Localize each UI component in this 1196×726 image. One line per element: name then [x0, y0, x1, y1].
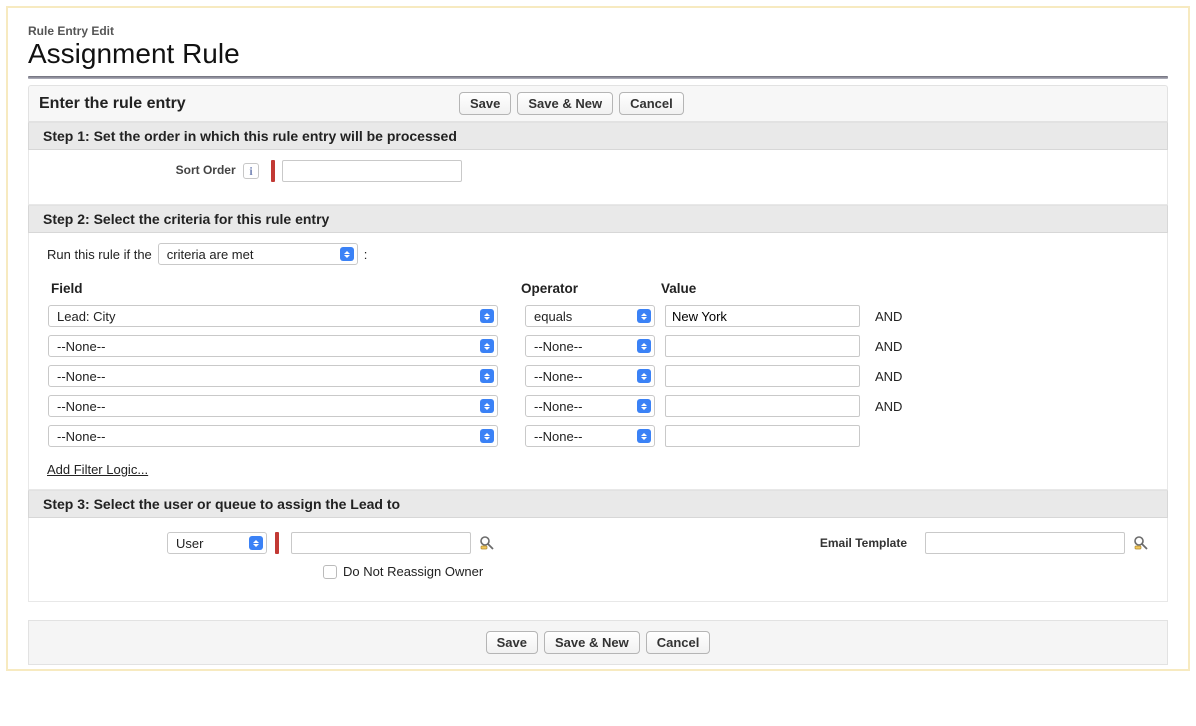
assign-row: User Email Template — [47, 528, 1149, 558]
criteria-field-value: --None-- — [57, 429, 105, 444]
page-subtitle: Rule Entry Edit — [28, 24, 1168, 38]
criteria-value-input[interactable] — [665, 425, 860, 447]
add-filter-logic-link[interactable]: Add Filter Logic... — [47, 462, 148, 477]
header-divider — [28, 76, 1168, 79]
chevron-updown-icon — [637, 339, 651, 353]
run-rule-select-value: criteria are met — [167, 247, 254, 262]
criteria-field-select[interactable]: --None-- — [48, 395, 498, 417]
criteria-operator-value: --None-- — [534, 369, 582, 384]
criteria-field-select[interactable]: --None-- — [48, 365, 498, 387]
criteria-operator-select[interactable]: --None-- — [525, 335, 655, 357]
sort-order-label: Sort Order i — [47, 163, 267, 179]
criteria-value-input[interactable] — [665, 395, 860, 417]
page-frame: Rule Entry Edit Assignment Rule Enter th… — [6, 6, 1190, 671]
save-button[interactable]: Save — [459, 92, 511, 115]
chevron-updown-icon — [637, 309, 651, 323]
criteria-value-input[interactable] — [665, 305, 860, 327]
criteria-field-select[interactable]: --None-- — [48, 335, 498, 357]
criteria-operator-value: equals — [534, 309, 572, 324]
assign-to-input[interactable] — [291, 532, 471, 554]
step1-body: Sort Order i — [28, 150, 1168, 205]
save-and-new-button[interactable]: Save & New — [544, 631, 640, 654]
criteria-operator-value: --None-- — [534, 399, 582, 414]
step2-header: Step 2: Select the criteria for this rul… — [28, 205, 1168, 233]
criteria-operator-value: --None-- — [534, 339, 582, 354]
criteria-table: Field Operator Value Lead: City equals AND… — [47, 275, 907, 454]
assign-type-value: User — [176, 536, 203, 551]
criteria-field-value: --None-- — [57, 339, 105, 354]
do-not-reassign-checkbox[interactable] — [323, 565, 337, 579]
chevron-updown-icon — [480, 429, 494, 443]
chevron-updown-icon — [249, 536, 263, 550]
info-icon[interactable]: i — [243, 163, 259, 179]
criteria-row: --None-- --None-- — [47, 424, 907, 448]
save-and-new-button[interactable]: Save & New — [517, 92, 613, 115]
run-rule-select[interactable]: criteria are met — [158, 243, 358, 265]
criteria-and-label — [861, 424, 907, 448]
criteria-value-input[interactable] — [665, 365, 860, 387]
chevron-updown-icon — [637, 429, 651, 443]
assign-type-select[interactable]: User — [167, 532, 267, 554]
chevron-updown-icon — [480, 369, 494, 383]
chevron-updown-icon — [637, 369, 651, 383]
run-rule-colon: : — [364, 247, 368, 262]
criteria-operator-select[interactable]: --None-- — [525, 425, 655, 447]
email-template-input[interactable] — [925, 532, 1125, 554]
cancel-button[interactable]: Cancel — [646, 631, 711, 654]
criteria-row: --None-- --None-- AND — [47, 364, 907, 388]
run-rule-line: Run this rule if the criteria are met : — [47, 239, 1149, 275]
cancel-button[interactable]: Cancel — [619, 92, 684, 115]
lookup-icon[interactable] — [479, 535, 495, 551]
criteria-operator-select[interactable]: equals — [525, 305, 655, 327]
criteria-field-value: --None-- — [57, 399, 105, 414]
criteria-operator-select[interactable]: --None-- — [525, 365, 655, 387]
email-template-label: Email Template — [820, 536, 917, 550]
criteria-field-value: Lead: City — [57, 309, 116, 324]
sort-order-label-text: Sort Order — [176, 163, 236, 177]
criteria-row: --None-- --None-- AND — [47, 394, 907, 418]
chevron-updown-icon — [480, 339, 494, 353]
enter-rule-bar: Enter the rule entry Save Save & New Can… — [28, 85, 1168, 122]
criteria-operator-value: --None-- — [534, 429, 582, 444]
bottom-button-row: Save Save & New Cancel — [28, 620, 1168, 665]
run-rule-prefix: Run this rule if the — [47, 247, 152, 262]
criteria-and-label: AND — [861, 364, 907, 388]
enter-rule-heading: Enter the rule entry — [39, 95, 459, 113]
chevron-updown-icon — [480, 399, 494, 413]
chevron-updown-icon — [480, 309, 494, 323]
col-value: Value — [657, 281, 861, 298]
save-button[interactable]: Save — [486, 631, 538, 654]
step1-header: Step 1: Set the order in which this rule… — [28, 122, 1168, 150]
criteria-field-select[interactable]: Lead: City — [48, 305, 498, 327]
top-button-row: Save Save & New Cancel — [459, 92, 684, 115]
required-indicator — [275, 532, 279, 554]
required-indicator — [271, 160, 275, 182]
do-not-reassign-label: Do Not Reassign Owner — [343, 564, 483, 579]
criteria-operator-select[interactable]: --None-- — [525, 395, 655, 417]
col-operator: Operator — [517, 281, 657, 298]
criteria-and-label: AND — [861, 394, 907, 418]
step2-body: Run this rule if the criteria are met : … — [28, 233, 1168, 490]
criteria-field-value: --None-- — [57, 369, 105, 384]
page-title: Assignment Rule — [28, 38, 1168, 70]
criteria-row: Lead: City equals AND — [47, 304, 907, 328]
criteria-value-input[interactable] — [665, 335, 860, 357]
step3-body: User Email Template Do Not Reassign Owne… — [28, 518, 1168, 602]
criteria-and-label: AND — [861, 304, 907, 328]
do-not-reassign-row: Do Not Reassign Owner — [47, 558, 1149, 579]
chevron-updown-icon — [637, 399, 651, 413]
chevron-updown-icon — [340, 247, 354, 261]
sort-order-input[interactable] — [282, 160, 462, 182]
lookup-icon[interactable] — [1133, 535, 1149, 551]
criteria-and-label: AND — [861, 334, 907, 358]
col-field: Field — [47, 281, 517, 298]
step3-header: Step 3: Select the user or queue to assi… — [28, 490, 1168, 518]
criteria-field-select[interactable]: --None-- — [48, 425, 498, 447]
criteria-row: --None-- --None-- AND — [47, 334, 907, 358]
